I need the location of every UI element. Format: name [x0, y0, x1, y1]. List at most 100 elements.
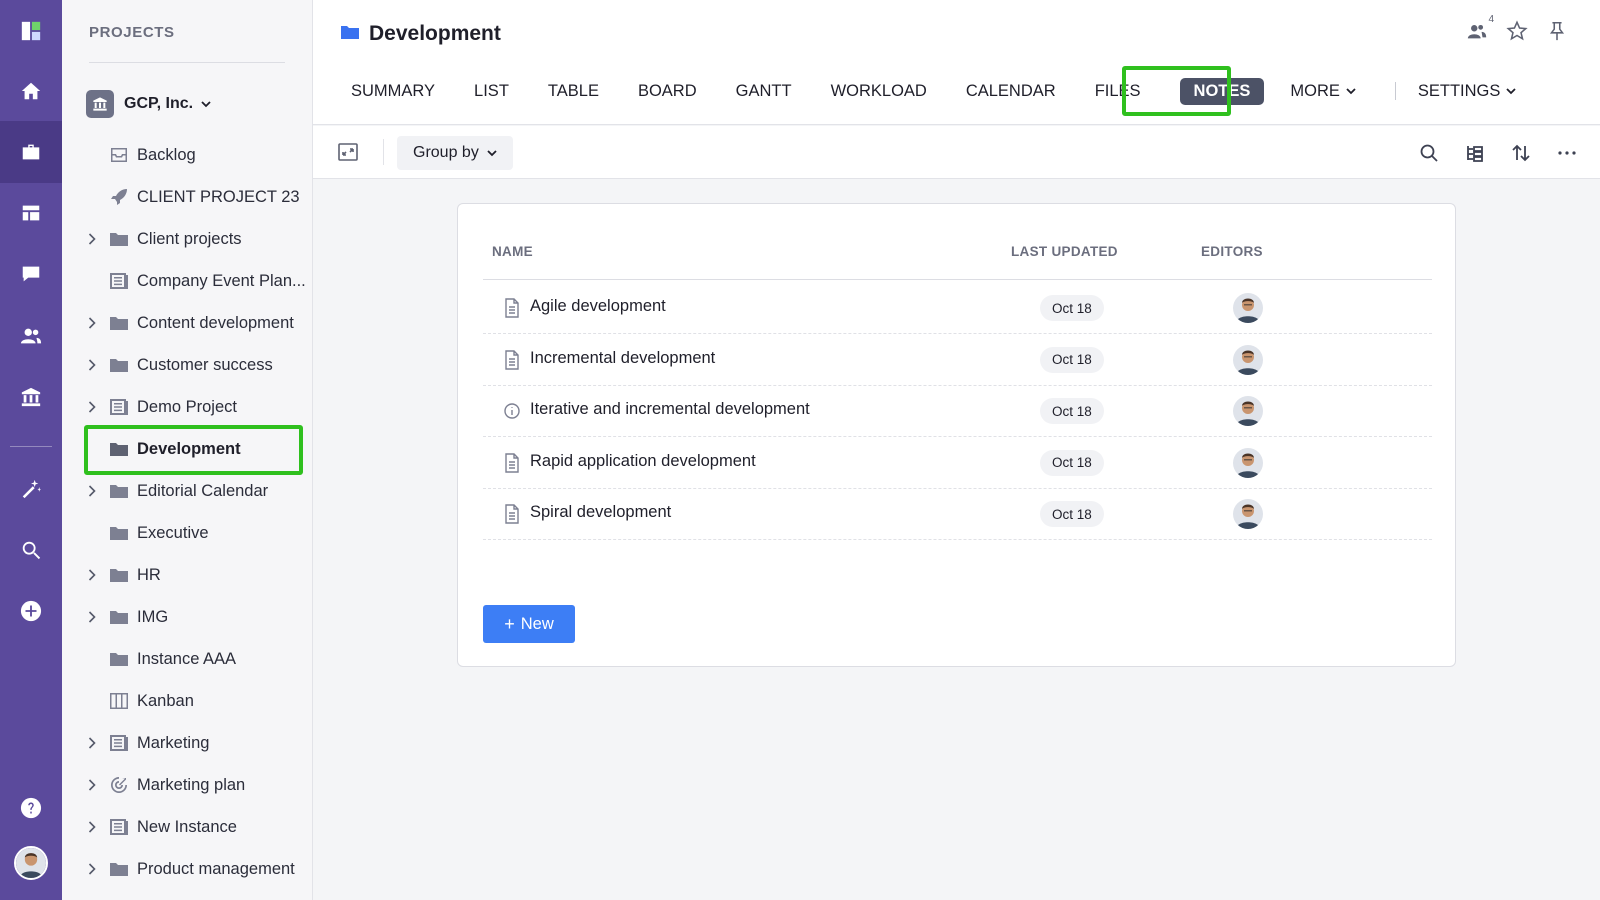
chevron-right-icon[interactable]	[86, 611, 98, 623]
more-options-button[interactable]	[1554, 140, 1580, 166]
help-icon[interactable]	[0, 777, 62, 839]
user-avatar[interactable]	[14, 846, 48, 880]
highlight-development	[84, 425, 303, 475]
sidebar-item[interactable]: Marketing plan	[62, 764, 312, 806]
note-name[interactable]: Agile development	[530, 297, 666, 316]
note-name[interactable]: Iterative and incremental development	[530, 400, 810, 419]
editor-avatar[interactable]	[1233, 447, 1263, 478]
sort-button[interactable]	[1508, 140, 1534, 166]
projects-icon[interactable]	[0, 121, 62, 183]
chevron-right-icon[interactable]	[86, 569, 98, 581]
sidebar-item[interactable]: Marketing	[62, 722, 312, 764]
search-button[interactable]	[1416, 140, 1442, 166]
sidebar-item[interactable]: Kanban	[62, 680, 312, 722]
tab-label: CALENDAR	[965, 81, 1056, 100]
users-icon[interactable]	[0, 305, 62, 367]
chevron-right-icon[interactable]	[86, 401, 98, 413]
sidebar-item[interactable]: Product management	[62, 848, 312, 890]
rail-divider	[10, 446, 52, 447]
page-header: Development 4 SUMMARY LIST TABLE BOARD GANTT…	[313, 0, 1600, 125]
sidebar-item[interactable]: Instance AAA	[62, 638, 312, 680]
list-icon	[110, 398, 128, 416]
document-icon	[503, 298, 521, 318]
hierarchy-icon	[1467, 146, 1483, 162]
editor-avatar[interactable]	[1233, 293, 1263, 323]
tab-board[interactable]: BOARD	[638, 82, 697, 101]
app-logo-icon[interactable]	[0, 0, 62, 62]
sidebar-item[interactable]: Customer success	[62, 344, 312, 386]
tab-gantt[interactable]: GANTT	[736, 82, 792, 101]
tab-calendar[interactable]: CALENDAR	[966, 82, 1056, 101]
chevron-right-icon[interactable]	[86, 317, 98, 329]
chevron-right-icon[interactable]	[86, 233, 98, 245]
sidebar-item[interactable]: Demo Project	[62, 386, 312, 428]
chevron-right-icon[interactable]	[86, 821, 98, 833]
editor-avatar[interactable]	[1233, 344, 1263, 375]
expand-icon[interactable]	[337, 141, 359, 163]
home-icon[interactable]	[0, 60, 62, 122]
tab-workload[interactable]: WORKLOAD	[831, 82, 927, 101]
folder-icon	[110, 230, 128, 248]
favorite-button[interactable]	[1504, 18, 1530, 44]
group-by-label: Group by	[413, 144, 479, 161]
note-name[interactable]: Incremental development	[530, 349, 715, 368]
sidebar-item[interactable]: Backlog	[62, 134, 312, 176]
pin-icon	[1549, 21, 1565, 41]
tab-label: WORKLOAD	[830, 81, 927, 100]
editor-avatar[interactable]	[1233, 396, 1263, 426]
pin-button[interactable]	[1544, 18, 1570, 44]
sidebar-item[interactable]: HR	[62, 554, 312, 596]
hierarchy-button[interactable]	[1462, 140, 1488, 166]
group-by-dropdown[interactable]: Group by	[397, 136, 513, 170]
tab-more[interactable]: MORE	[1290, 82, 1356, 101]
magic-wand-icon[interactable]	[0, 458, 62, 520]
sort-icon	[1512, 144, 1530, 162]
shared-users-button[interactable]: 4	[1464, 14, 1494, 44]
folder-icon	[110, 860, 128, 878]
new-note-button[interactable]: + New	[483, 605, 575, 643]
tab-table[interactable]: TABLE	[548, 82, 599, 101]
folder-icon	[110, 524, 128, 542]
editor-avatar[interactable]	[1233, 499, 1263, 529]
chat-icon[interactable]	[0, 243, 62, 305]
org-switcher[interactable]: GCP, Inc.	[86, 90, 211, 118]
table-row[interactable]: Rapid application development Oct 18	[483, 437, 1432, 489]
chevron-right-icon[interactable]	[86, 863, 98, 875]
chevron-right-icon[interactable]	[86, 485, 98, 497]
last-updated-badge: Oct 18	[1040, 346, 1104, 373]
table-row[interactable]: Incremental development Oct 18	[483, 334, 1432, 386]
chevron-right-icon[interactable]	[86, 779, 98, 791]
tab-summary[interactable]: SUMMARY	[351, 82, 435, 101]
sidebar-item[interactable]: Executive	[62, 512, 312, 554]
sidebar-item[interactable]: IMG	[62, 596, 312, 638]
search-icon[interactable]	[0, 519, 62, 581]
tab-settings[interactable]: SETTINGS	[1418, 82, 1517, 101]
sidebar-item[interactable]: Editorial Calendar	[62, 470, 312, 512]
chevron-right-icon[interactable]	[86, 737, 98, 749]
info-icon	[503, 401, 521, 421]
sidebar-item[interactable]: Company Event Plan...	[62, 260, 312, 302]
folder-icon	[341, 24, 369, 45]
sidebar-item[interactable]: CLIENT PROJECT 23	[62, 176, 312, 218]
last-updated-badge: Oct 18	[1040, 501, 1104, 527]
note-name[interactable]: Spiral development	[530, 503, 671, 522]
sidebar-item-label: IMG	[137, 607, 169, 626]
tab-list[interactable]: LIST	[474, 82, 509, 101]
tab-label: GANTT	[735, 81, 792, 100]
header-actions: 4	[1464, 14, 1570, 44]
chevron-right-icon[interactable]	[86, 359, 98, 371]
sidebar-item[interactable]: Client projects	[62, 218, 312, 260]
table-row[interactable]: Agile development Oct 18	[483, 282, 1432, 334]
sidebar-item[interactable]: Content development	[62, 302, 312, 344]
note-name[interactable]: Rapid application development	[530, 452, 756, 471]
sidebar-item-label: Kanban	[137, 691, 194, 710]
institution-icon[interactable]	[0, 366, 62, 428]
folder-icon	[110, 608, 128, 626]
folder-icon	[110, 650, 128, 668]
table-row[interactable]: Spiral development Oct 18	[483, 488, 1432, 540]
sidebar-item-label: HR	[137, 565, 161, 584]
add-icon[interactable]	[0, 580, 62, 642]
table-row[interactable]: Iterative and incremental development Oct…	[483, 385, 1432, 437]
sidebar-item[interactable]: New Instance	[62, 806, 312, 848]
dashboard-icon[interactable]	[0, 182, 62, 244]
